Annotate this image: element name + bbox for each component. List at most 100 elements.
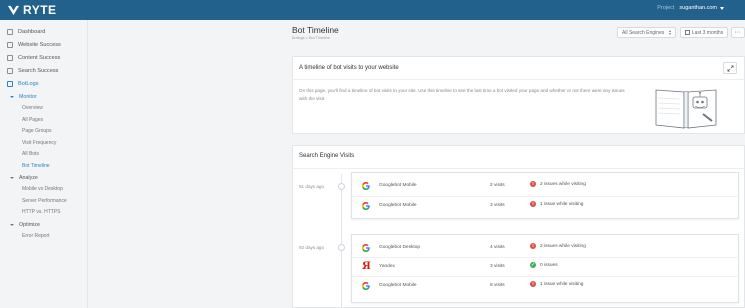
visit-row[interactable]: Я Yandex 3 visits ✓ 0 issues [352, 260, 738, 274]
timeline-line [341, 174, 342, 308]
chevron-down-icon [10, 177, 14, 179]
visit-row[interactable]: Googlebot Mobile 3 visits ! 1 issue whil… [352, 199, 738, 213]
date-range-label: Last 3 months [691, 29, 724, 36]
search-engines-select-value: All Search Engines [622, 29, 665, 36]
row-divider [352, 196, 738, 197]
date-range-button[interactable]: Last 3 months [680, 27, 728, 38]
visit-count: 3 visits [490, 203, 505, 208]
visit-card: Googlebot Mobile 2 visits ! 2 issues whi… [351, 172, 739, 219]
ryte-logo[interactable]: RYTE [7, 3, 57, 17]
group-label: Analyze [19, 175, 38, 181]
status-text: 1 issue while visiting [540, 281, 584, 287]
visit-count: 8 visits [490, 283, 505, 288]
visit-count: 3 visits [490, 264, 505, 269]
status-text: 2 issues while visiting [540, 181, 586, 187]
sidebar-subitem-overview[interactable]: Overview [22, 104, 43, 113]
sidebar-subitem-error-report[interactable]: Error Report [22, 232, 50, 241]
sidebar-subitem-all-bots[interactable]: All Bots [22, 150, 39, 159]
visit-card: Googlebot Desktop 4 visits ! 2 issues wh… [351, 234, 739, 303]
divider [293, 79, 744, 80]
sidebar-item-content-success[interactable]: Content Success [7, 53, 60, 63]
search-engine-visits-panel: Search Engine Visits 91 days ago Googleb… [292, 145, 745, 308]
logo-text: RYTE [23, 3, 57, 17]
bot-name: Yandex [379, 264, 395, 269]
bot-name: Googlebot Mobile [379, 203, 417, 208]
status-text: 0 issues [540, 262, 558, 268]
sidebar-item-website-success[interactable]: Website Success [7, 40, 61, 50]
google-icon [361, 181, 370, 191]
status: ! 1 issue while visiting [530, 201, 583, 207]
project-value: suganthan.com [679, 5, 717, 11]
intro-panel-title: A timeline of bot visits to your website [299, 65, 399, 71]
day-label: 91 days ago [299, 184, 325, 189]
sidebar: Dashboard Website Success Content Succes… [0, 20, 88, 308]
sidebar-item-dashboard[interactable]: Dashboard [7, 27, 45, 37]
sidebar-group-optimize[interactable]: Optimize [10, 220, 40, 230]
yandex-icon: Я [362, 261, 371, 272]
project-selector[interactable]: Project suganthan.com [657, 5, 724, 11]
timeline-dot [338, 244, 345, 251]
status: ! 2 issues while visiting [530, 243, 586, 249]
bot-name: Googlebot Mobile [379, 283, 417, 288]
day-label: 92 days ago [299, 245, 325, 250]
select-arrows-icon [669, 30, 671, 35]
chevron-down-icon [720, 6, 724, 10]
sidebar-subitem-page-groups[interactable]: Page Groups [22, 127, 51, 136]
collapse-button[interactable] [723, 62, 737, 74]
sidebar-group-analyze[interactable]: Analyze [10, 173, 38, 183]
google-icon [361, 243, 370, 253]
timeline-dot [338, 183, 345, 190]
website-icon [7, 42, 13, 48]
intro-panel: A timeline of bot visits to your website… [292, 56, 745, 134]
book-robot-illustration [655, 89, 717, 129]
row-divider [352, 257, 738, 258]
status: ✓ 0 issues [530, 262, 558, 268]
google-icon [361, 281, 370, 291]
error-icon: ! [530, 243, 536, 249]
bot-icon [7, 81, 13, 87]
page-title: Bot Timeline [292, 25, 339, 35]
search-engines-select[interactable]: All Search Engines [617, 27, 676, 38]
sidebar-item-label: Content Success [18, 55, 61, 61]
visit-row[interactable]: Googlebot Desktop 4 visits ! 2 issues wh… [352, 241, 738, 255]
group-label: Monitor [19, 94, 37, 100]
error-icon: ! [530, 181, 536, 187]
sidebar-group-monitor[interactable]: Monitor [10, 92, 37, 102]
search-success-icon [7, 68, 13, 74]
bot-name: Googlebot Mobile [379, 183, 417, 188]
sidebar-item-label: Dashboard [18, 29, 46, 35]
visit-count: 2 visits [490, 183, 505, 188]
status-text: 1 issue while visiting [540, 201, 584, 207]
sidebar-subitem-visit-frequency[interactable]: Visit Frequency [22, 139, 56, 148]
visits-panel-title: Search Engine Visits [299, 153, 355, 159]
status: ! 2 issues while visiting [530, 181, 586, 187]
visit-row[interactable]: Googlebot Mobile 2 visits ! 2 issues whi… [352, 179, 738, 193]
sidebar-subitem-http-vs-https[interactable]: HTTP vs. HTTPS [22, 208, 61, 217]
sidebar-subitem-mobile-vs-desktop[interactable]: Mobile vs Desktop [22, 185, 63, 194]
sidebar-subitem-server-performance[interactable]: Server Performance [22, 197, 67, 206]
sidebar-item-search-success[interactable]: Search Success [7, 66, 58, 76]
project-label: Project [657, 5, 675, 11]
row-divider [352, 276, 738, 277]
home-icon [7, 29, 13, 35]
calendar-icon [684, 30, 690, 35]
status-text: 2 issues while visiting [540, 243, 586, 249]
ryte-logo-icon [7, 5, 20, 15]
collapse-icon [727, 65, 733, 71]
chevron-down-icon [10, 96, 14, 98]
intro-description: On this page, you'll find a timeline of … [299, 88, 625, 101]
bot-name: Googlebot Desktop [379, 245, 421, 250]
sidebar-subitem-all-pages[interactable]: All Pages [22, 116, 43, 125]
sidebar-item-label: Search Success [18, 68, 59, 74]
more-options-button[interactable]: ··· [731, 27, 745, 38]
sidebar-item-label: BotLogs [18, 81, 39, 87]
check-icon: ✓ [530, 262, 536, 268]
breadcrumb[interactable]: Botlogs > Bot Timeline [292, 36, 330, 40]
divider [293, 168, 744, 169]
content-icon [7, 55, 13, 61]
visit-row[interactable]: Googlebot Mobile 8 visits ! 1 issue whil… [352, 279, 738, 293]
status: ! 1 issue while visiting [530, 281, 583, 287]
group-label: Optimize [19, 222, 40, 228]
sidebar-subitem-bot-timeline[interactable]: Bot Timeline [22, 162, 50, 171]
sidebar-item-botlogs[interactable]: BotLogs [7, 79, 39, 89]
